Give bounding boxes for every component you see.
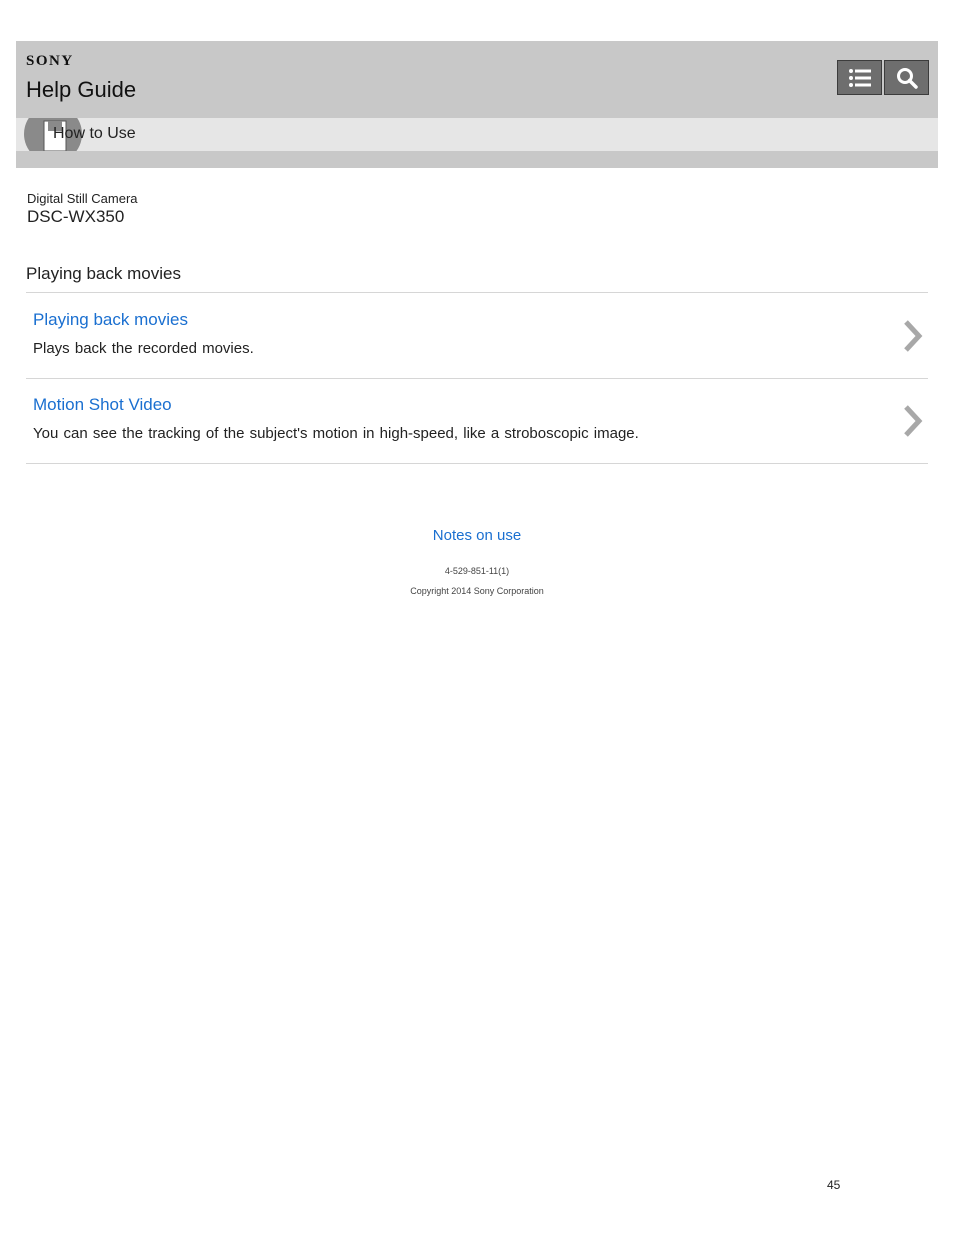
copyright: Copyright 2014 Sony Corporation bbox=[410, 586, 544, 596]
chevron-right-icon[interactable] bbox=[902, 319, 924, 353]
item-description: Plays back the recorded movies. bbox=[33, 340, 254, 357]
search-button[interactable] bbox=[884, 60, 929, 95]
item-link-motion-shot-video[interactable]: Motion Shot Video bbox=[33, 395, 172, 415]
section-title: Playing back movies bbox=[26, 264, 181, 283]
document-id: 4-529-851-11(1) bbox=[444, 566, 510, 576]
chevron-right-icon[interactable] bbox=[902, 404, 924, 438]
search-icon bbox=[896, 67, 918, 89]
list-item[interactable]: Playing back movies Plays back the recor… bbox=[26, 293, 928, 378]
list-icon bbox=[848, 68, 871, 87]
divider bbox=[26, 463, 928, 464]
sony-logo: SONY bbox=[26, 53, 74, 69]
help-guide-header: SONY Help Guide How to Use bbox=[16, 41, 938, 168]
product-category: Digital Still Camera bbox=[27, 191, 138, 206]
breadcrumb: How to Use bbox=[16, 118, 938, 151]
breadcrumb-how-to-use[interactable]: How to Use bbox=[53, 125, 136, 143]
header-tools bbox=[837, 60, 929, 95]
item-link-playing-back-movies[interactable]: Playing back movies bbox=[33, 310, 188, 330]
item-description: You can see the tracking of the subject'… bbox=[33, 425, 639, 442]
toc-button[interactable] bbox=[837, 60, 882, 95]
page-number: 45 bbox=[827, 1178, 841, 1192]
list-item[interactable]: Motion Shot Video You can see the tracki… bbox=[26, 378, 928, 463]
product-model: DSC-WX350 bbox=[27, 207, 125, 226]
help-guide-title[interactable]: Help Guide bbox=[26, 77, 136, 103]
notes-on-use-link[interactable]: Notes on use bbox=[0, 527, 954, 544]
